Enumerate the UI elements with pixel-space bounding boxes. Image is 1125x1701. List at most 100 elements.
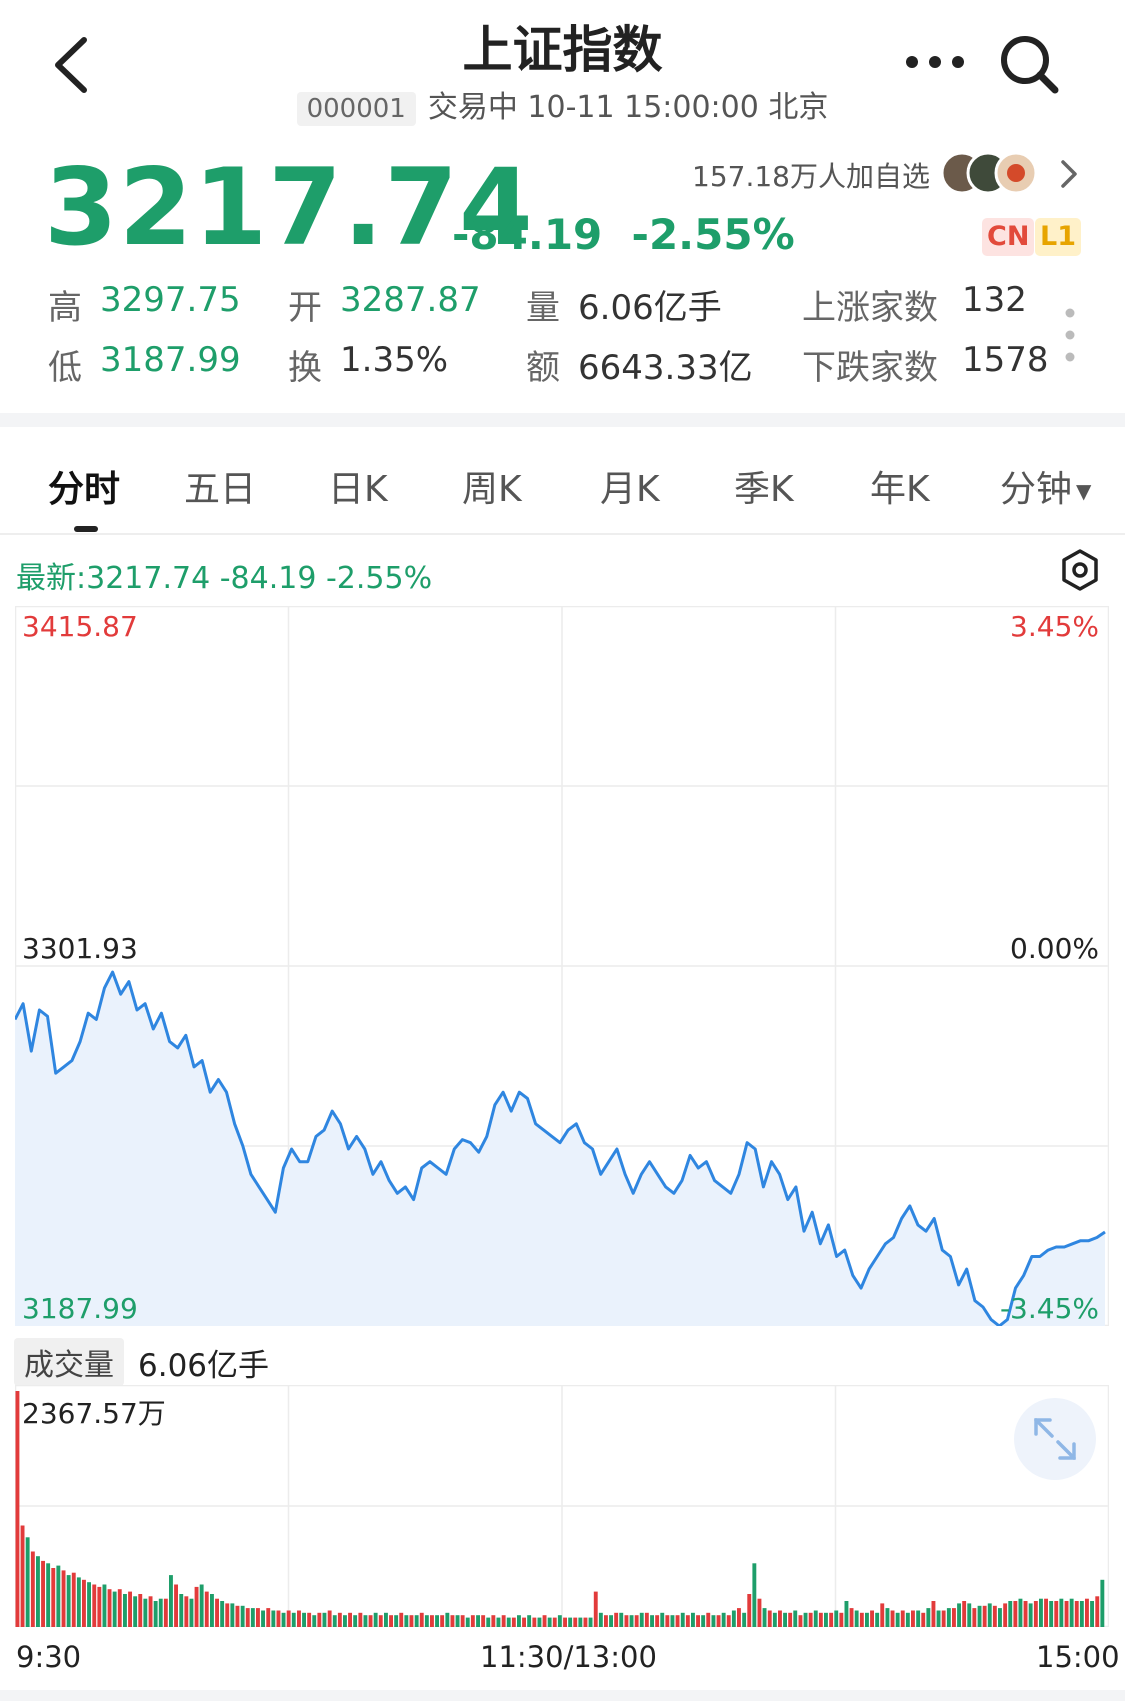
volume-bar — [460, 1615, 465, 1627]
tab-weekly-k[interactable]: 周K — [462, 460, 522, 512]
tab-minute[interactable]: 分钟 ▼ — [1000, 460, 1091, 512]
volume-bar — [117, 1589, 122, 1627]
volume-bar — [30, 1551, 35, 1627]
volume-bar — [450, 1615, 455, 1627]
volume-bar — [36, 1556, 40, 1627]
x-tick-open: 9:30 — [16, 1640, 82, 1674]
volume-bar — [419, 1612, 424, 1627]
volume-bar — [465, 1617, 470, 1627]
low-value: 3187.99 — [100, 340, 241, 380]
volume-bar — [916, 1610, 921, 1627]
y-tick-high: 3415.87 — [22, 610, 138, 643]
volume-bar — [20, 1525, 25, 1627]
tabs-divider — [0, 533, 1125, 535]
volume-bar — [230, 1603, 235, 1627]
volume-bar — [650, 1615, 654, 1627]
price-area — [15, 972, 1105, 1326]
more-icon[interactable] — [900, 42, 970, 82]
intraday-price-chart[interactable] — [15, 606, 1109, 1326]
volume-bar — [547, 1617, 552, 1627]
volume-bar — [563, 1617, 567, 1627]
chevron-right-icon[interactable] — [1058, 156, 1080, 201]
volume-bar-chart[interactable] — [15, 1385, 1109, 1627]
volume-bar — [711, 1615, 716, 1627]
tab-quarterly-k[interactable]: 季K — [734, 460, 794, 512]
tab-monthly-k[interactable]: 月K — [600, 460, 660, 512]
volume-bar — [317, 1612, 322, 1627]
volume-bar — [250, 1608, 255, 1627]
volume-bar — [271, 1610, 276, 1627]
volume-bar — [184, 1596, 189, 1627]
volume-bar — [368, 1615, 373, 1627]
volume-bar — [312, 1615, 317, 1627]
volume-bar — [798, 1615, 803, 1627]
volume-bar — [900, 1610, 905, 1627]
cn-badge: CN — [982, 218, 1035, 256]
volume-bar — [870, 1610, 874, 1627]
open-label: 开 — [288, 288, 322, 328]
volume-bar — [808, 1612, 813, 1627]
settings-icon[interactable] — [1060, 548, 1100, 592]
turnover-label: 换 — [288, 348, 322, 388]
volume-bar — [670, 1615, 675, 1627]
advancers-count: 132 — [962, 280, 1027, 320]
y-tick-prev-close: 3301.93 — [22, 932, 138, 965]
tab-daily-k[interactable]: 日K — [328, 460, 388, 512]
watcher-avatars[interactable] — [940, 148, 1050, 198]
volume-bar — [97, 1586, 102, 1627]
volume-bar — [476, 1615, 480, 1627]
volume-bar — [199, 1584, 204, 1627]
volume-bar — [496, 1617, 501, 1627]
volume-bar — [25, 1537, 30, 1627]
volume-bar — [660, 1612, 665, 1627]
high-label: 高 — [48, 288, 82, 328]
amount-value: 6643.33亿 — [578, 348, 753, 388]
volume-bar — [123, 1594, 127, 1627]
volume-bar — [348, 1612, 352, 1627]
search-icon[interactable] — [995, 30, 1065, 100]
volume-bar — [179, 1594, 184, 1627]
volume-bar — [557, 1615, 562, 1627]
volume-bar — [470, 1615, 475, 1627]
volume-bar — [752, 1563, 757, 1627]
volume-bar — [624, 1615, 629, 1627]
stock-code-badge: 000001 — [296, 92, 416, 126]
volume-bar — [327, 1610, 332, 1627]
volume-bar — [1013, 1601, 1018, 1627]
volume-bar — [747, 1594, 752, 1627]
volume-bar — [818, 1612, 823, 1627]
volume-bar — [343, 1615, 347, 1627]
volume-bar — [992, 1605, 997, 1627]
volume-bar — [107, 1589, 112, 1627]
volume-bar — [665, 1615, 670, 1627]
volume-bar — [92, 1584, 97, 1627]
volume-bar — [706, 1612, 711, 1627]
volume-bar — [266, 1608, 271, 1627]
volume-bar — [1095, 1596, 1100, 1627]
expand-icon[interactable] — [1014, 1398, 1096, 1480]
volume-bar — [588, 1617, 593, 1627]
l1-badge: L1 — [1035, 218, 1081, 256]
watchers-count[interactable]: 157.18万人加自选 — [692, 155, 930, 195]
volume-bar — [1069, 1598, 1074, 1627]
volume-bar — [685, 1615, 690, 1627]
volume-bar — [1023, 1601, 1028, 1627]
volume-bar — [578, 1617, 583, 1627]
volume-bar — [291, 1612, 296, 1627]
tab-intraday[interactable]: 分时 — [48, 460, 120, 512]
more-stats-icon[interactable] — [1062, 305, 1078, 365]
price-change: -84.19 -2.55% — [452, 210, 795, 259]
tab-yearly-k[interactable]: 年K — [870, 460, 930, 512]
volume-bar — [76, 1577, 81, 1627]
volume-bar — [511, 1617, 516, 1627]
volume-bar — [322, 1612, 327, 1627]
volume-bar — [619, 1612, 624, 1627]
volume-bar — [332, 1615, 337, 1627]
volume-bar — [1090, 1601, 1094, 1627]
volume-bar — [926, 1608, 931, 1627]
volume-bar — [644, 1612, 649, 1627]
volume-bar — [854, 1610, 859, 1627]
volume-bar — [358, 1612, 363, 1627]
volume-bar — [256, 1608, 260, 1627]
tab-five-day[interactable]: 五日 — [184, 460, 256, 512]
